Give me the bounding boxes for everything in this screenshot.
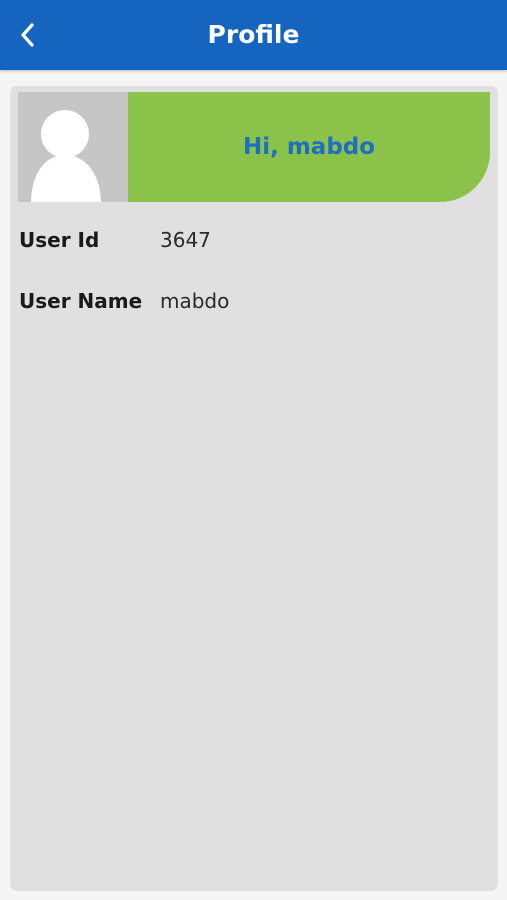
- profile-banner: Hi, mabdo: [18, 92, 490, 202]
- page-title: Profile: [207, 20, 300, 49]
- greeting-text: Hi, mabdo: [242, 134, 376, 160]
- user-name-row: User Name mabdo: [19, 286, 489, 316]
- user-id-label: User Id: [19, 228, 100, 252]
- user-id-value: 3647: [160, 228, 211, 252]
- default-avatar-icon: [18, 92, 128, 202]
- profile-card: Hi, mabdo User Id 3647 User Name mabdo: [11, 86, 497, 889]
- app-bar: Profile: [0, 0, 507, 70]
- avatar: [18, 92, 128, 202]
- user-id-row: User Id 3647: [19, 225, 489, 255]
- greeting-panel: Hi, mabdo: [128, 92, 490, 202]
- user-name-label: User Name: [19, 289, 143, 313]
- user-name-value: mabdo: [160, 289, 230, 313]
